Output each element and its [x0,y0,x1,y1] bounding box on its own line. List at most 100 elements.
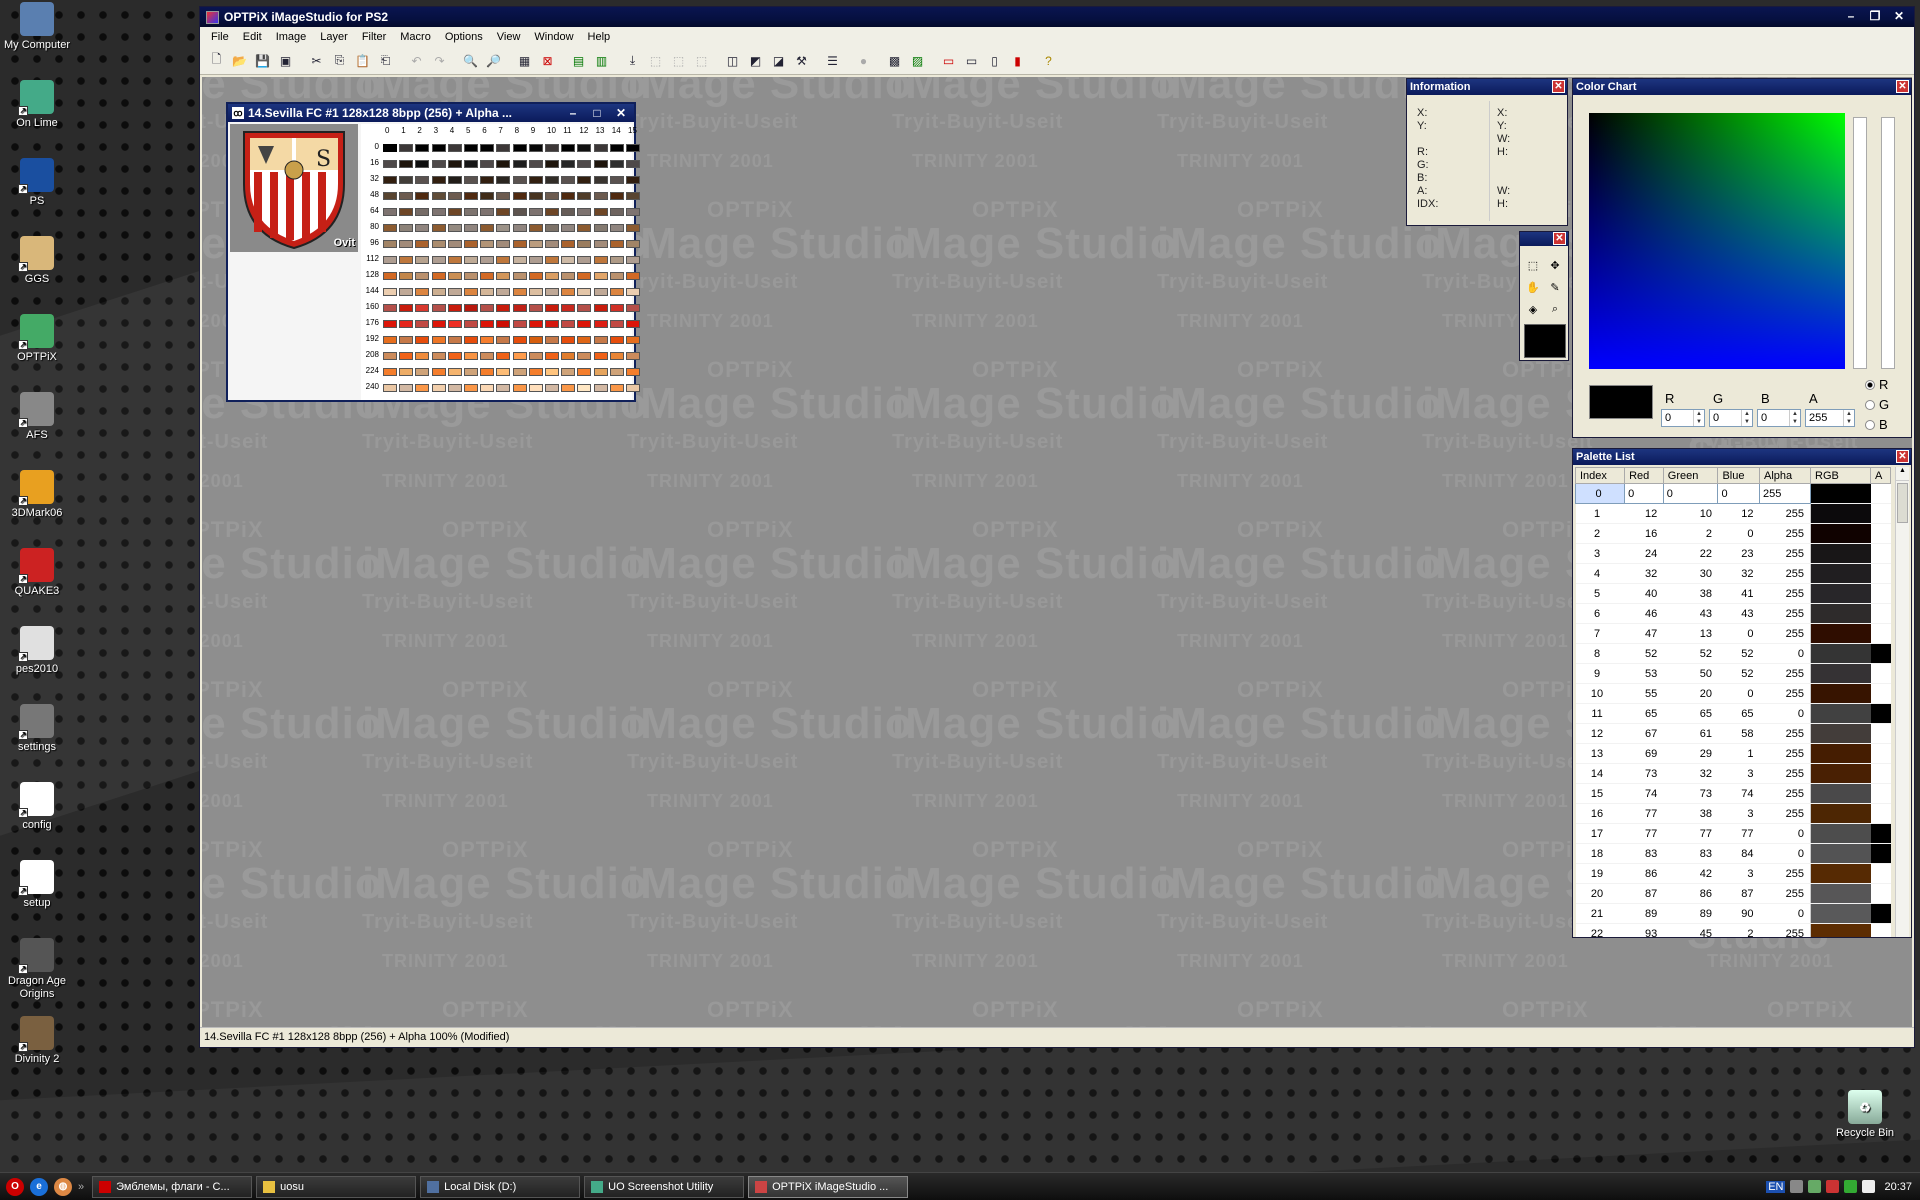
delete-grid-icon[interactable]: ⊠ [537,50,558,71]
flip-icon[interactable]: ◪ [768,50,789,71]
palette-cell[interactable] [528,208,543,216]
palette-cell[interactable] [609,384,624,392]
palette-grid[interactable]: 0 1 2 3 4 5 6 7 8 9 10 11 12 13 14 15 0 16 32 48 64 80 96 112 12… [361,124,640,400]
palette-cell[interactable] [399,288,414,296]
palette-cell[interactable] [480,288,495,296]
image-minimize-icon[interactable]: – [563,106,583,120]
palette-cell[interactable] [496,240,511,248]
palette-cell[interactable] [593,352,608,360]
palette-cell[interactable] [480,304,495,312]
palette-cell[interactable] [528,304,543,312]
image-preview[interactable]: S Ovit [230,124,358,252]
new-file-icon[interactable]: 🗋 [206,50,227,71]
palette-cell[interactable] [577,256,592,264]
palette-cell[interactable] [512,320,527,328]
palette-cell[interactable] [561,304,576,312]
palette-cell[interactable] [447,224,462,232]
palette-cell[interactable] [512,144,527,152]
minimize-icon[interactable]: – [1840,9,1862,25]
palette-cell[interactable] [383,256,397,264]
palette-cell[interactable] [431,272,446,280]
image-window[interactable]: ꝏ 14.Sevilla FC #1 128x128 8bpp (256) + … [226,102,640,402]
palette-cell[interactable] [512,256,527,264]
palette-cell[interactable] [609,320,624,328]
palette-cell[interactable] [609,240,624,248]
palette-cell[interactable] [399,272,414,280]
window-1-icon[interactable]: ▭ [938,50,959,71]
palette-header-alpha[interactable]: Alpha [1759,467,1811,484]
palette-cell[interactable] [626,384,640,392]
save-all-icon[interactable]: ▣ [275,50,296,71]
palette-cell[interactable] [528,320,543,328]
palette-row[interactable]: 22 93 45 2 255 [1575,923,1891,937]
palette-cell[interactable] [431,368,446,376]
palette-cell[interactable] [399,144,414,152]
palette-header-a[interactable]: A [1870,467,1891,484]
palette-cell[interactable] [496,176,511,184]
palette-cell[interactable] [399,304,414,312]
palette-cell[interactable] [626,304,640,312]
palette-cell[interactable] [593,304,608,312]
palette-cell[interactable] [512,352,527,360]
palette-cell[interactable] [415,256,430,264]
palette-cell[interactable] [528,368,543,376]
desktop-icon-ps[interactable]: ↗ PS [0,158,74,208]
image-window-titlebar[interactable]: ꝏ 14.Sevilla FC #1 128x128 8bpp (256) + … [228,104,634,122]
palette-cell[interactable] [545,352,559,360]
palette-cell[interactable] [383,224,397,232]
palette-cell[interactable] [577,336,592,344]
palette-cell[interactable] [512,160,527,168]
palette-row[interactable]: 1 12 10 12 255 [1575,503,1891,524]
palette-cell[interactable] [496,160,511,168]
palette-cell[interactable] [593,384,608,392]
palette-cell[interactable] [609,336,624,344]
palette-header-rgb[interactable]: RGB [1810,467,1871,484]
taskbar-button[interactable]: Эмблемы, флаги - С... [92,1175,253,1198]
palette-cell[interactable] [415,304,430,312]
palette-cell[interactable] [561,320,576,328]
palette-cell[interactable] [399,256,414,264]
palette-cell[interactable] [415,240,430,248]
palette-cell[interactable] [609,272,624,280]
palette-cell[interactable] [545,208,559,216]
palette-cell[interactable] [431,352,446,360]
palette-cell[interactable] [528,144,543,152]
image-maximize-icon[interactable]: □ [587,106,607,120]
layer-icon[interactable]: ▤ [568,50,589,71]
save-icon[interactable]: 💾 [252,50,273,71]
palette-cell[interactable] [561,336,576,344]
desktop-icon-config[interactable]: ↗ config [0,782,74,832]
palette-cell[interactable] [626,352,640,360]
palette-cell[interactable] [626,320,640,328]
opera-icon[interactable]: O [6,1177,24,1196]
palette-cell[interactable] [415,272,430,280]
palette-cell[interactable] [545,304,559,312]
palette-cell[interactable] [464,320,478,328]
desktop-icon-ggs[interactable]: ↗ GGS [0,236,74,286]
palette-cell[interactable] [496,208,511,216]
palette-cell[interactable] [464,384,478,392]
palette-cell[interactable] [512,336,527,344]
palette-header-index[interactable]: Index [1574,467,1626,484]
palette-cell[interactable] [383,208,397,216]
palette-cell[interactable] [609,256,624,264]
palette-cell[interactable] [415,192,430,200]
palette-cell[interactable] [609,224,624,232]
palette-cell[interactable] [609,176,624,184]
palette-row[interactable]: 8 52 52 52 0 [1575,643,1891,664]
tray-volume-icon[interactable] [1862,1180,1876,1193]
palette-cell[interactable] [415,288,430,296]
palette-cell[interactable] [480,272,495,280]
palette-cell[interactable] [512,208,527,216]
palette-cell[interactable] [626,144,640,152]
palette-cell[interactable] [609,368,624,376]
palette-cell[interactable] [383,368,397,376]
palette-cell[interactable] [561,352,576,360]
palette-cell[interactable] [431,304,446,312]
palette-row[interactable]: 7 47 13 0 255 [1575,623,1891,644]
channel-input-g[interactable]: 0 ▲ ▼ [1709,409,1753,427]
taskbar-button[interactable]: OPTPiX iMageStudio ... [748,1175,909,1198]
palette-cell[interactable] [464,208,478,216]
palette-cell[interactable] [496,192,511,200]
language-indicator[interactable]: EN [1766,1180,1786,1193]
